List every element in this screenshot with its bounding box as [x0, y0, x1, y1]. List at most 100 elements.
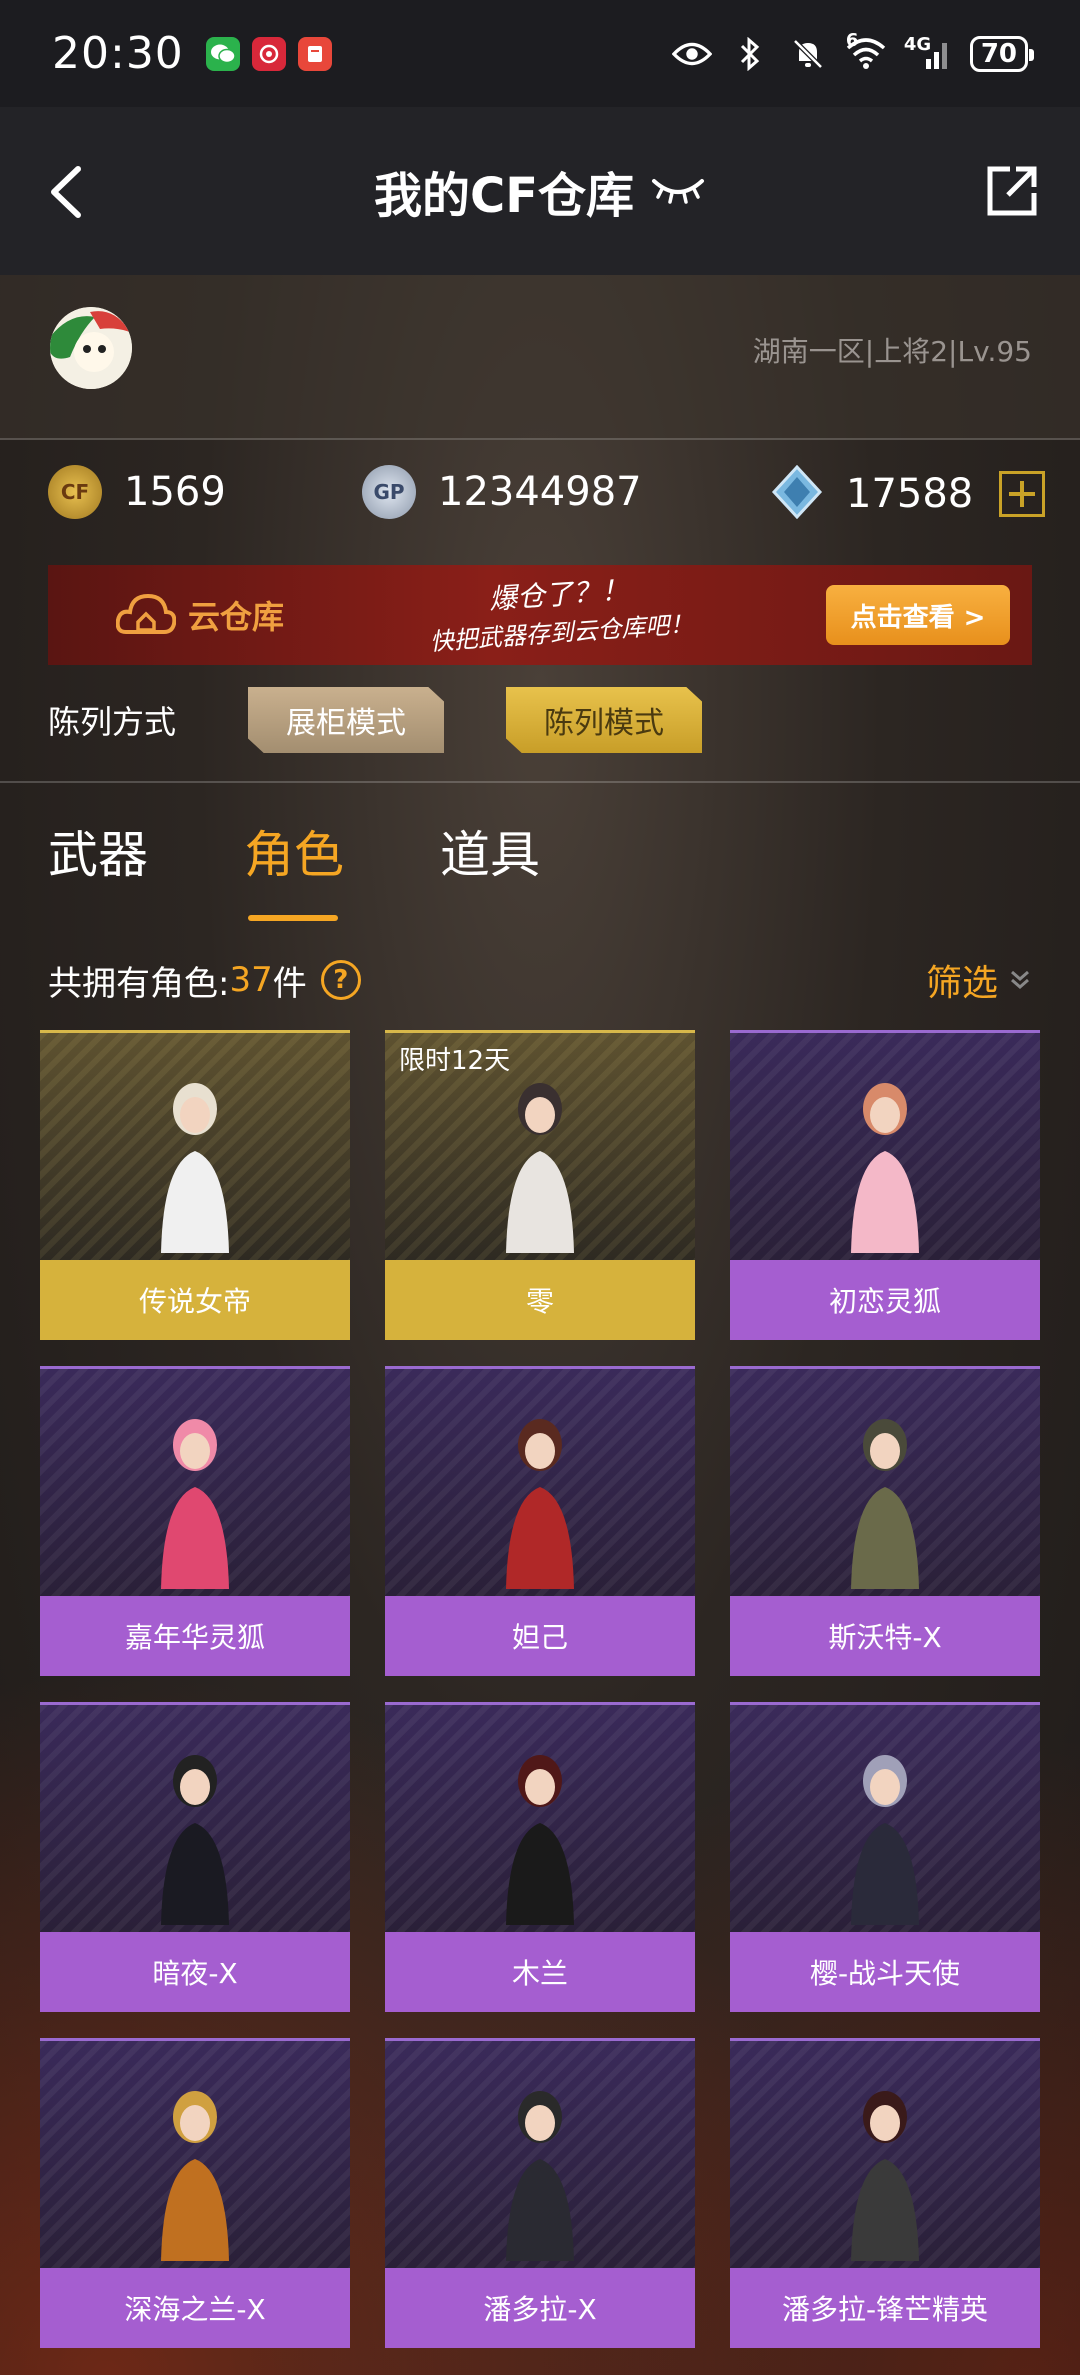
character-image: [730, 1030, 1040, 1260]
character-image: [730, 2038, 1040, 2268]
character-card[interactable]: 木兰: [385, 1702, 695, 2012]
character-image: [40, 1702, 350, 1932]
character-name: 潘多拉-X: [385, 2268, 695, 2348]
diamond-points: 17588: [770, 464, 1046, 523]
network-type: 4G: [903, 33, 932, 55]
status-indicators: 6 4G 70: [671, 30, 1035, 74]
currency-row: CF 1569 GP 12344987 17588: [0, 464, 1080, 545]
wifi-sup: 6: [845, 29, 859, 51]
battery-level: 70: [980, 38, 1017, 69]
character-name: 樱-战斗天使: [730, 1932, 1040, 2012]
character-card[interactable]: 樱-战斗天使: [730, 1702, 1040, 2012]
warehouse-content: 湖南一区|上将2|Lv.95 CF 1569 GP 12344987 17588…: [0, 275, 1080, 2375]
avatar[interactable]: [50, 307, 132, 389]
cf-points: CF 1569: [48, 465, 226, 519]
character-image: [385, 2038, 695, 2268]
character-name: 嘉年华灵狐: [40, 1596, 350, 1676]
cloud-logo-text: 云仓库: [188, 598, 285, 636]
character-figure: [851, 2091, 919, 2261]
character-figure: [506, 1083, 574, 1253]
title-wrap: 我的CF仓库: [374, 156, 706, 226]
character-card[interactable]: 初恋灵狐: [730, 1030, 1040, 1340]
eye-icon: [671, 34, 712, 74]
help-icon[interactable]: ?: [320, 960, 361, 1000]
character-card[interactable]: 嘉年华灵狐: [40, 1366, 350, 1676]
filter-button[interactable]: 筛选: [926, 954, 1032, 1006]
cellular-icon: 4G: [904, 34, 952, 74]
count-unit: 件: [272, 963, 307, 1004]
time-limit-badge: 限时12天: [399, 1046, 511, 1076]
character-figure: [506, 1419, 574, 1589]
character-image: [40, 1030, 350, 1260]
character-name: 深海之兰-X: [40, 2268, 350, 2348]
character-figure: [851, 1083, 919, 1253]
diamond-points-value: 17588: [846, 471, 974, 517]
battery-indicator: 70: [969, 35, 1035, 72]
avatar-image: [50, 307, 132, 389]
status-app-icons: [205, 36, 332, 71]
tab-characters[interactable]: 角色: [244, 815, 344, 915]
view-cloud-button[interactable]: 点击查看 >: [826, 585, 1010, 645]
gp-coin-icon: GP: [362, 465, 416, 519]
divider: [0, 781, 1080, 783]
add-diamond-button[interactable]: [999, 471, 1046, 517]
character-figure: [851, 1419, 919, 1589]
character-figure: [161, 2091, 229, 2261]
cloud-home-icon: [116, 593, 176, 634]
character-figure: [161, 1419, 229, 1589]
list-mode-button[interactable]: 陈列模式: [506, 687, 702, 753]
count-number: 37: [229, 960, 273, 1000]
bluetooth-icon: [730, 34, 770, 74]
character-figure: [506, 1755, 574, 1925]
cf-coin-icon: CF: [48, 465, 102, 519]
character-figure: [161, 1755, 229, 1925]
banner-slogan: 爆仓了？！ 快把武器存到云仓库吧！: [426, 564, 695, 657]
back-button[interactable]: [40, 157, 100, 227]
gp-points: GP 12344987: [362, 465, 642, 519]
rank-text: 湖南一区|上将2|Lv.95: [752, 335, 1032, 368]
character-image: [730, 1702, 1040, 1932]
character-card[interactable]: 暗夜-X: [40, 1702, 350, 2012]
active-tab-indicator: [248, 915, 338, 921]
character-name: 斯沃特-X: [730, 1596, 1040, 1676]
display-mode-label: 陈列方式: [48, 703, 177, 741]
status-time: 20:30: [52, 28, 184, 79]
pinduoduo-icon: [251, 36, 286, 71]
character-card[interactable]: 潘多拉-锋芒精英: [730, 2038, 1040, 2348]
character-figure: [851, 1755, 919, 1925]
filter-label: 筛选: [925, 963, 998, 1004]
cf-points-value: 1569: [124, 469, 226, 515]
count-label: 共拥有角色:: [48, 963, 230, 1004]
character-card[interactable]: 妲己: [385, 1366, 695, 1676]
character-name: 潘多拉-锋芒精英: [730, 2268, 1040, 2348]
display-mode-row: 陈列方式 展柜模式 陈列模式: [48, 685, 1032, 755]
notes-app-icon: [297, 36, 332, 71]
character-card[interactable]: 传说女帝: [40, 1030, 350, 1340]
gp-points-value: 12344987: [438, 469, 642, 515]
chevron-left-icon: [51, 166, 81, 218]
double-chevron-down-icon: [1011, 970, 1029, 989]
page-title: 我的CF仓库: [373, 168, 635, 224]
diamond-icon: [770, 464, 824, 523]
character-name: 零: [385, 1260, 695, 1340]
character-image: [385, 1366, 695, 1596]
profile-row: 湖南一区|上将2|Lv.95: [0, 275, 1080, 440]
character-card[interactable]: 深海之兰-X: [40, 2038, 350, 2348]
cabinet-mode-button[interactable]: 展柜模式: [248, 687, 444, 753]
cloud-logo: 云仓库: [116, 592, 284, 638]
character-figure: [161, 1083, 229, 1253]
character-card[interactable]: 限时12天零: [385, 1030, 695, 1340]
eye-closed-icon[interactable]: [650, 171, 706, 211]
share-button[interactable]: [982, 161, 1042, 221]
share-icon: [987, 166, 1037, 216]
character-card[interactable]: 潘多拉-X: [385, 2038, 695, 2348]
count-row: 共拥有角色: 37 件 ? 筛选: [48, 950, 1032, 1010]
character-name: 传说女帝: [40, 1260, 350, 1340]
cloud-warehouse-banner[interactable]: 云仓库 爆仓了？！ 快把武器存到云仓库吧！ 点击查看 >: [48, 565, 1032, 665]
character-image: [730, 1366, 1040, 1596]
wechat-icon: [205, 36, 240, 71]
mute-bell-icon: [788, 34, 828, 74]
tab-items[interactable]: 道具: [440, 815, 540, 915]
tab-weapons[interactable]: 武器: [48, 815, 148, 915]
character-card[interactable]: 斯沃特-X: [730, 1366, 1040, 1676]
